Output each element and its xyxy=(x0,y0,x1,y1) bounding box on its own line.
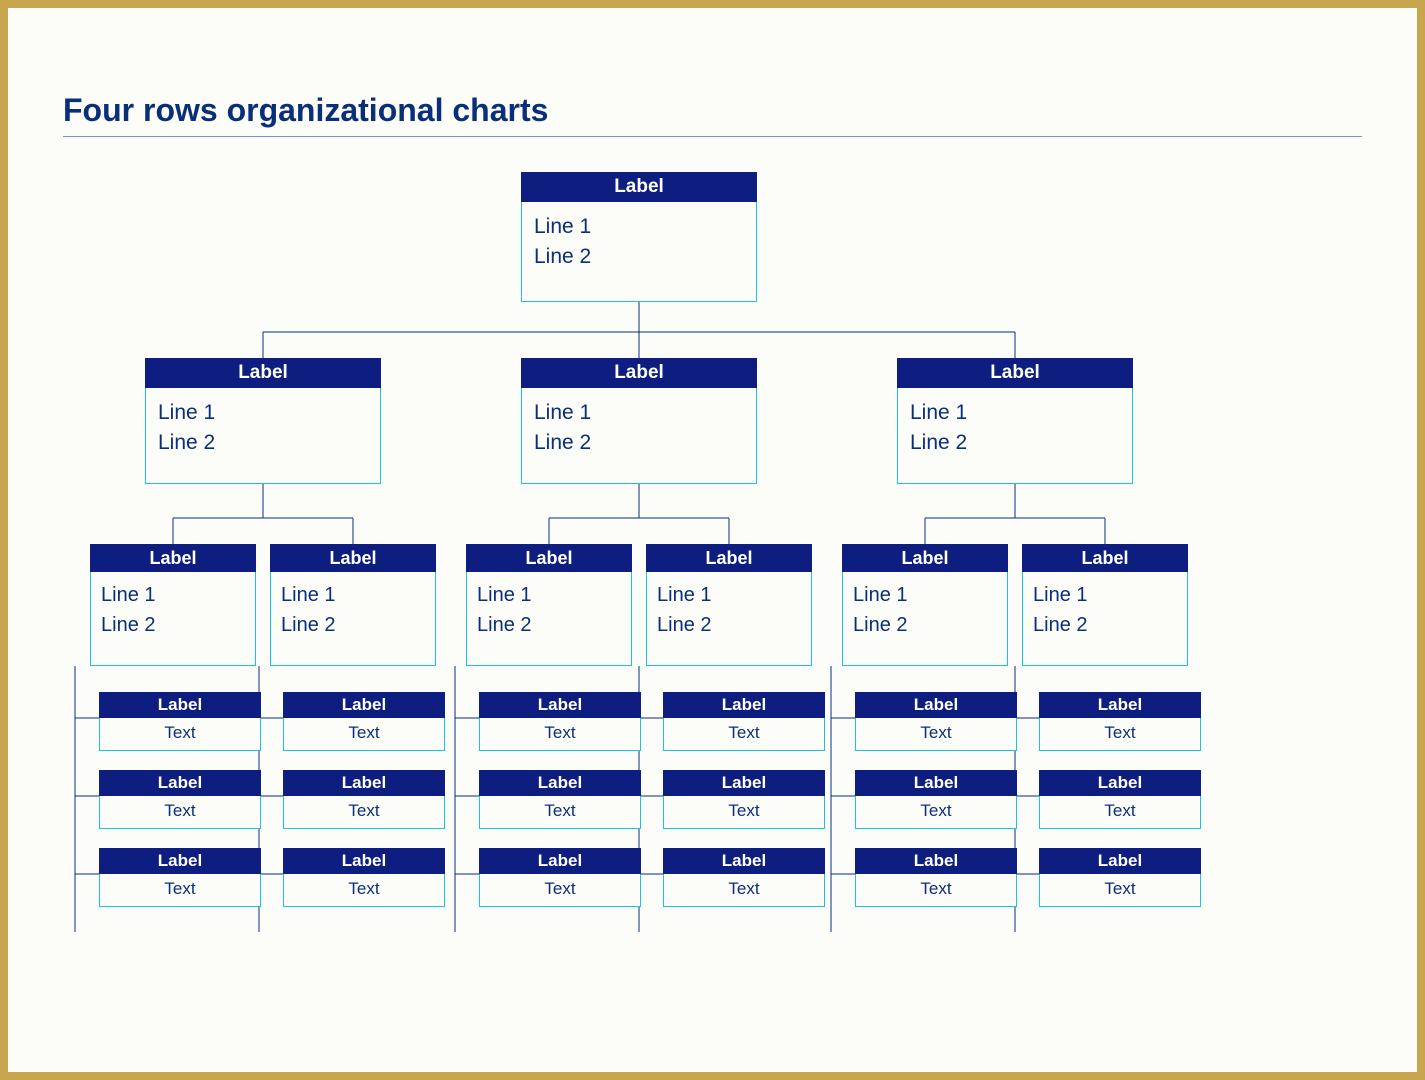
org-node-body: Line 1 Line 2 xyxy=(521,202,757,302)
org-leaf: LabelText xyxy=(1039,692,1201,751)
org-leaf: LabelText xyxy=(479,848,641,907)
org-node-label: Label xyxy=(90,544,256,572)
org-node-line2: Line 2 xyxy=(1033,610,1177,640)
org-leaf: LabelText xyxy=(99,848,261,907)
org-leaf-text: Text xyxy=(99,796,261,829)
org-node-label: Label xyxy=(897,358,1133,388)
org-node-label: Label xyxy=(1022,544,1188,572)
org-node-branch-0: Label Line 1 Line 2 xyxy=(145,358,381,484)
org-node-line1: Line 1 xyxy=(158,398,368,428)
org-leaf-text: Text xyxy=(479,874,641,907)
org-node-line2: Line 2 xyxy=(534,428,744,458)
org-leaf-label: Label xyxy=(99,692,261,718)
org-node-line1: Line 1 xyxy=(477,580,621,610)
org-node-line2: Line 2 xyxy=(477,610,621,640)
org-node-line1: Line 1 xyxy=(853,580,997,610)
org-leaf-text: Text xyxy=(855,874,1017,907)
org-leaf-text: Text xyxy=(855,718,1017,751)
org-leaf-label: Label xyxy=(479,848,641,874)
org-node-l3-0-0: Label Line 1 Line 2 xyxy=(90,544,256,666)
org-node-l3-1-0: Label Line 1 Line 2 xyxy=(466,544,632,666)
org-node-line1: Line 1 xyxy=(281,580,425,610)
org-node-l3-2-1: Label Line 1 Line 2 xyxy=(1022,544,1188,666)
org-leaf: LabelText xyxy=(1039,848,1201,907)
org-node-line2: Line 2 xyxy=(281,610,425,640)
org-leaf-text: Text xyxy=(479,718,641,751)
org-node-l3-2-0: Label Line 1 Line 2 xyxy=(842,544,1008,666)
org-leaf-text: Text xyxy=(99,874,261,907)
org-node-branch-1: Label Line 1 Line 2 xyxy=(521,358,757,484)
org-node-line1: Line 1 xyxy=(534,398,744,428)
org-leaf-label: Label xyxy=(99,848,261,874)
org-leaf-label: Label xyxy=(855,692,1017,718)
org-leaf-text: Text xyxy=(1039,796,1201,829)
org-leaf-text: Text xyxy=(663,718,825,751)
org-leaf-label: Label xyxy=(855,770,1017,796)
org-node-label: Label xyxy=(145,358,381,388)
org-leaf-text: Text xyxy=(855,796,1017,829)
org-node-line2: Line 2 xyxy=(853,610,997,640)
org-node-l3-1-1: Label Line 1 Line 2 xyxy=(646,544,812,666)
org-chart: Label Line 1 Line 2 Label Line 1 Line 2 … xyxy=(63,158,1359,1058)
slide: Four rows organizational charts xyxy=(8,8,1417,1072)
org-leaf: LabelText xyxy=(283,692,445,751)
org-node-label: Label xyxy=(521,172,757,202)
org-node-line2: Line 2 xyxy=(657,610,801,640)
org-node-label: Label xyxy=(270,544,436,572)
org-leaf: LabelText xyxy=(855,770,1017,829)
org-leaf-label: Label xyxy=(663,848,825,874)
org-leaf-text: Text xyxy=(99,718,261,751)
slide-title: Four rows organizational charts xyxy=(63,92,548,129)
org-node-line2: Line 2 xyxy=(534,242,744,272)
org-leaf: LabelText xyxy=(663,770,825,829)
org-node-line2: Line 2 xyxy=(158,428,368,458)
org-leaf: LabelText xyxy=(479,770,641,829)
org-node-label: Label xyxy=(466,544,632,572)
org-leaf-text: Text xyxy=(479,796,641,829)
org-leaf: LabelText xyxy=(855,692,1017,751)
org-leaf: LabelText xyxy=(99,770,261,829)
org-leaf-label: Label xyxy=(1039,848,1201,874)
org-node-line1: Line 1 xyxy=(657,580,801,610)
org-leaf-label: Label xyxy=(99,770,261,796)
org-leaf: LabelText xyxy=(855,848,1017,907)
org-node-label: Label xyxy=(842,544,1008,572)
org-leaf-label: Label xyxy=(1039,770,1201,796)
org-node-label: Label xyxy=(646,544,812,572)
org-node-label: Label xyxy=(521,358,757,388)
org-leaf: LabelText xyxy=(1039,770,1201,829)
org-node-line2: Line 2 xyxy=(101,610,245,640)
org-node-branch-2: Label Line 1 Line 2 xyxy=(897,358,1133,484)
org-leaf-text: Text xyxy=(283,796,445,829)
org-node-root: Label Line 1 Line 2 xyxy=(521,172,757,302)
org-node-line1: Line 1 xyxy=(910,398,1120,428)
org-leaf-label: Label xyxy=(663,770,825,796)
org-leaf-label: Label xyxy=(855,848,1017,874)
org-leaf: LabelText xyxy=(663,692,825,751)
org-leaf-label: Label xyxy=(283,848,445,874)
org-leaf-text: Text xyxy=(283,718,445,751)
org-leaf: LabelText xyxy=(663,848,825,907)
org-leaf-label: Label xyxy=(663,692,825,718)
org-node-l3-0-1: Label Line 1 Line 2 xyxy=(270,544,436,666)
org-leaf: LabelText xyxy=(99,692,261,751)
org-leaf-label: Label xyxy=(1039,692,1201,718)
org-leaf: LabelText xyxy=(479,692,641,751)
org-node-line1: Line 1 xyxy=(534,212,744,242)
org-leaf-label: Label xyxy=(479,770,641,796)
org-leaf-label: Label xyxy=(283,770,445,796)
org-leaf-text: Text xyxy=(283,874,445,907)
org-leaf-text: Text xyxy=(1039,874,1201,907)
org-leaf-label: Label xyxy=(479,692,641,718)
org-node-line1: Line 1 xyxy=(101,580,245,610)
org-leaf-text: Text xyxy=(1039,718,1201,751)
org-leaf: LabelText xyxy=(283,770,445,829)
org-leaf-label: Label xyxy=(283,692,445,718)
org-leaf-text: Text xyxy=(663,874,825,907)
org-node-line2: Line 2 xyxy=(910,428,1120,458)
org-node-line1: Line 1 xyxy=(1033,580,1177,610)
org-leaf-text: Text xyxy=(663,796,825,829)
title-underline xyxy=(63,136,1362,137)
org-leaf: LabelText xyxy=(283,848,445,907)
